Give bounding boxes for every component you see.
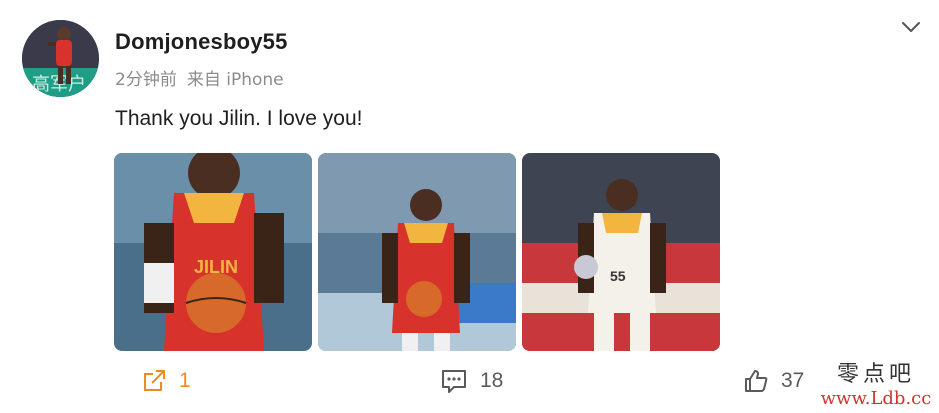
post-image-3[interactable]: 55 — [522, 153, 720, 351]
like-count: 37 — [781, 369, 805, 392]
post-image-2[interactable] — [318, 153, 516, 351]
comment-icon — [442, 370, 466, 393]
share-icon — [144, 370, 165, 391]
share-count: 1 — [179, 369, 191, 392]
image-gallery: JILIN 55 — [114, 153, 720, 351]
chevron-down-icon[interactable] — [899, 15, 923, 39]
share-button[interactable]: 1 — [141, 368, 191, 394]
comment-button[interactable]: 18 — [440, 368, 503, 394]
weibo-post: 高军户 Domjonesboy55 2分钟前 来自 iPhone Thank yo… — [0, 0, 939, 413]
username[interactable]: Domjonesboy55 — [115, 29, 288, 55]
post-meta: 2分钟前 来自 iPhone — [115, 65, 284, 90]
post-image-1[interactable]: JILIN — [114, 153, 312, 351]
watermark-url: www.Ldb.cc — [820, 388, 932, 409]
post-source: 来自 iPhone — [186, 70, 284, 90]
watermark: 零点吧 www.Ldb.cc — [816, 362, 936, 412]
comment-count: 18 — [480, 369, 504, 392]
thumbs-up-icon — [745, 370, 768, 392]
svg-text:55: 55 — [610, 268, 626, 284]
post-time: 2分钟前 — [115, 70, 177, 90]
like-button[interactable]: 37 — [743, 368, 804, 394]
svg-text:JILIN: JILIN — [194, 257, 238, 277]
avatar[interactable]: 高军户 — [22, 20, 99, 97]
post-text: Thank you Jilin. I love you! — [115, 107, 363, 130]
watermark-title: 零点吧 — [836, 362, 915, 387]
action-bar: 1 18 37 — [0, 362, 939, 402]
